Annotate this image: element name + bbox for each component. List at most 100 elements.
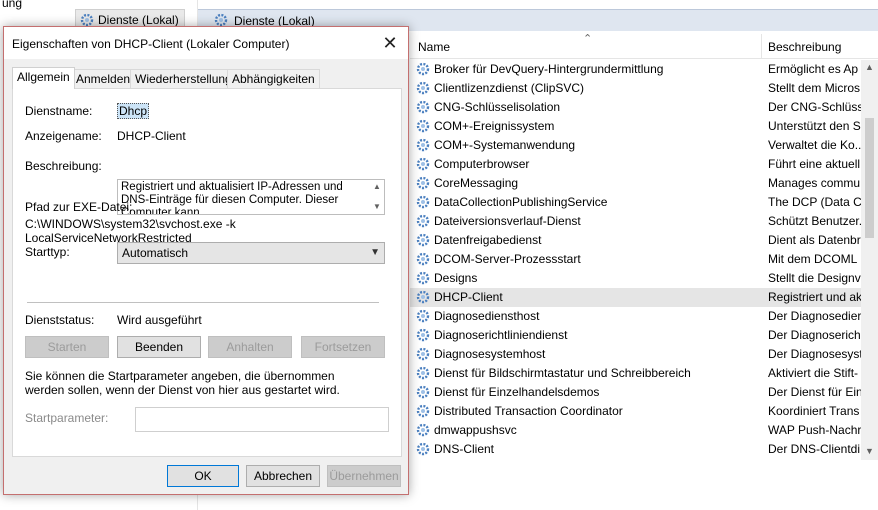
description-box[interactable]: Registriert und aktualisiert IP-Adressen…: [117, 179, 385, 215]
service-name-cell: COM+-Ereignissystem: [434, 119, 555, 133]
pause-button[interactable]: Anhalten: [208, 336, 292, 358]
cancel-button[interactable]: Abbrechen: [246, 465, 320, 487]
scroll-down-icon[interactable]: ▼: [865, 446, 874, 456]
service-row[interactable]: Diagnoserichtliniendienst Der Diagnoseric…: [410, 326, 861, 345]
service-row[interactable]: DNS-Client Der DNS-Clientdi: [410, 440, 861, 459]
service-row[interactable]: Diagnosediensthost Der Diagnosedier: [410, 307, 861, 326]
scrollbar-thumb[interactable]: [865, 118, 874, 238]
service-row[interactable]: Broker für DevQuery-Hintergrundermittlun…: [410, 60, 861, 79]
service-name-cell: Diagnoserichtliniendienst: [434, 328, 568, 342]
dialog-titlebar[interactable]: Eigenschaften von DHCP-Client (Lokaler C…: [4, 27, 408, 59]
service-name-cell: CNG-Schlüsselisolation: [434, 100, 561, 114]
resume-button[interactable]: Fortsetzen: [301, 336, 385, 358]
gear-icon: [416, 81, 430, 95]
service-name-cell: Diagnosesystemhost: [434, 347, 546, 361]
gear-icon: [416, 309, 430, 323]
service-description-cell: Dient als Datenbr: [768, 233, 861, 247]
gear-icon: [416, 157, 430, 171]
start-type-dropdown[interactable]: Automatisch ▼: [117, 242, 385, 264]
service-name-cell: Diagnosediensthost: [434, 309, 540, 323]
service-description-cell: Ermöglicht es Ap: [768, 62, 859, 76]
service-row[interactable]: DataCollectionPublishingService The DCP (…: [410, 193, 861, 212]
service-name-cell: Dienst für Bildschirmtastatur und Schrei…: [434, 366, 691, 380]
service-row[interactable]: COM+-Systemanwendung Verwaltet die Ko...: [410, 136, 861, 155]
service-description-cell: Führt eine aktuell: [768, 157, 861, 171]
start-button[interactable]: Starten: [25, 336, 109, 358]
service-row[interactable]: Dateiversionsverlauf-Dienst Schützt Benut…: [410, 212, 861, 231]
section-divider: [27, 302, 379, 303]
start-params-hint: Sie können die Startparameter angeben, d…: [25, 369, 340, 397]
column-name-header[interactable]: Name: [418, 40, 450, 54]
apply-button[interactable]: Übernehmen: [327, 465, 401, 487]
service-row[interactable]: Distributed Transaction Coordinator Koord…: [410, 402, 861, 421]
gear-icon: [416, 442, 430, 456]
start-params-input[interactable]: [135, 407, 389, 432]
service-name-cell: Dienst für Einzelhandelsdemos: [434, 385, 600, 399]
service-row[interactable]: Computerbrowser Führt eine aktuell: [410, 155, 861, 174]
service-row[interactable]: Datenfreigabedienst Dient als Datenbr: [410, 231, 861, 250]
service-row[interactable]: Designs Stellt die Designv: [410, 269, 861, 288]
left-pane-text: ung: [2, 0, 23, 10]
service-description-cell: Verwaltet die Ko...: [768, 138, 861, 152]
close-icon[interactable]: ✕: [376, 31, 404, 55]
service-name-cell: CoreMessaging: [434, 176, 519, 190]
gear-icon: [80, 13, 94, 27]
scroll-up-icon[interactable]: ▲: [373, 182, 381, 191]
gear-icon: [416, 176, 430, 190]
column-separator[interactable]: [761, 34, 762, 58]
service-description-cell: WAP Push-Nachr: [768, 423, 861, 437]
status-label: Dienststatus:: [25, 313, 95, 327]
gear-icon: [214, 13, 228, 27]
tab-recovery[interactable]: Wiederherstellung: [130, 69, 237, 88]
services-scrollbar[interactable]: ▲ ▼: [861, 60, 878, 460]
service-row[interactable]: DHCP-Client Registriert und ak: [410, 288, 861, 307]
service-description-cell: Der Dienst für Ein: [768, 385, 861, 399]
service-row[interactable]: COM+-Ereignissystem Unterstützt den S: [410, 117, 861, 136]
service-row[interactable]: Dienst für Einzelhandelsdemos Der Dienst …: [410, 383, 861, 402]
ok-button[interactable]: OK: [167, 465, 239, 487]
gear-icon: [416, 233, 430, 247]
service-row[interactable]: dmwappushsvc WAP Push-Nachr: [410, 421, 861, 440]
service-description-cell: Manages commu: [768, 176, 861, 190]
service-name-value[interactable]: Dhcp: [117, 103, 150, 119]
service-name-cell: COM+-Systemanwendung: [434, 138, 576, 152]
service-name-cell: DCOM-Server-Prozessstart: [434, 252, 581, 266]
display-name-label: Anzeigename:: [25, 129, 102, 143]
service-description-cell: Der CNG-Schlüss: [768, 100, 861, 114]
service-description-cell: Der Diagnoserich: [768, 328, 861, 342]
properties-dialog: Eigenschaften von DHCP-Client (Lokaler C…: [3, 26, 409, 495]
display-name-value[interactable]: DHCP-Client: [117, 129, 186, 143]
service-row[interactable]: CNG-Schlüsselisolation Der CNG-Schlüss: [410, 98, 861, 117]
service-name-cell: Broker für DevQuery-Hintergrundermittlun…: [434, 62, 664, 76]
service-row[interactable]: CoreMessaging Manages commu: [410, 174, 861, 193]
gear-icon: [416, 347, 430, 361]
exe-path-value[interactable]: C:\WINDOWS\system32\svchost.exe -k Local…: [25, 217, 401, 245]
column-description-header[interactable]: Beschreibung: [768, 40, 841, 54]
gear-icon: [416, 214, 430, 228]
stop-button[interactable]: Beenden: [117, 336, 201, 358]
description-scrollbar[interactable]: ▲ ▼: [370, 180, 384, 214]
services-list: Broker für DevQuery-Hintergrundermittlun…: [410, 60, 861, 460]
sort-ascending-icon: ⌃: [583, 33, 593, 45]
service-description-cell: Registriert und ak: [768, 290, 861, 304]
scroll-up-icon[interactable]: ▲: [865, 62, 874, 72]
gear-icon: [416, 119, 430, 133]
service-row[interactable]: Dienst für Bildschirmtastatur und Schrei…: [410, 364, 861, 383]
service-description-cell: Schützt Benutzer...: [768, 214, 861, 228]
service-row[interactable]: Diagnosesystemhost Der Diagnosesyst: [410, 345, 861, 364]
tab-logon[interactable]: Anmelden: [71, 69, 136, 88]
description-label: Beschreibung:: [25, 159, 102, 173]
dialog-title: Eigenschaften von DHCP-Client (Lokaler C…: [12, 37, 290, 51]
tab-general[interactable]: Allgemein: [12, 67, 75, 89]
gear-icon: [416, 195, 430, 209]
service-row[interactable]: Clientlizenzdienst (ClipSVC) Stellt dem M…: [410, 79, 861, 98]
tab-dependencies[interactable]: Abhängigkeiten: [227, 69, 320, 88]
service-name-cell: DataCollectionPublishingService: [434, 195, 608, 209]
start-type-value: Automatisch: [122, 246, 189, 260]
service-name-cell: Clientlizenzdienst (ClipSVC): [434, 81, 585, 95]
service-name-label: Dienstname:: [25, 104, 93, 118]
service-name-cell: Designs: [434, 271, 478, 285]
service-row[interactable]: DCOM-Server-Prozessstart Mit dem DCOML: [410, 250, 861, 269]
service-name-cell: Datenfreigabedienst: [434, 233, 542, 247]
scroll-down-icon[interactable]: ▼: [373, 202, 381, 211]
